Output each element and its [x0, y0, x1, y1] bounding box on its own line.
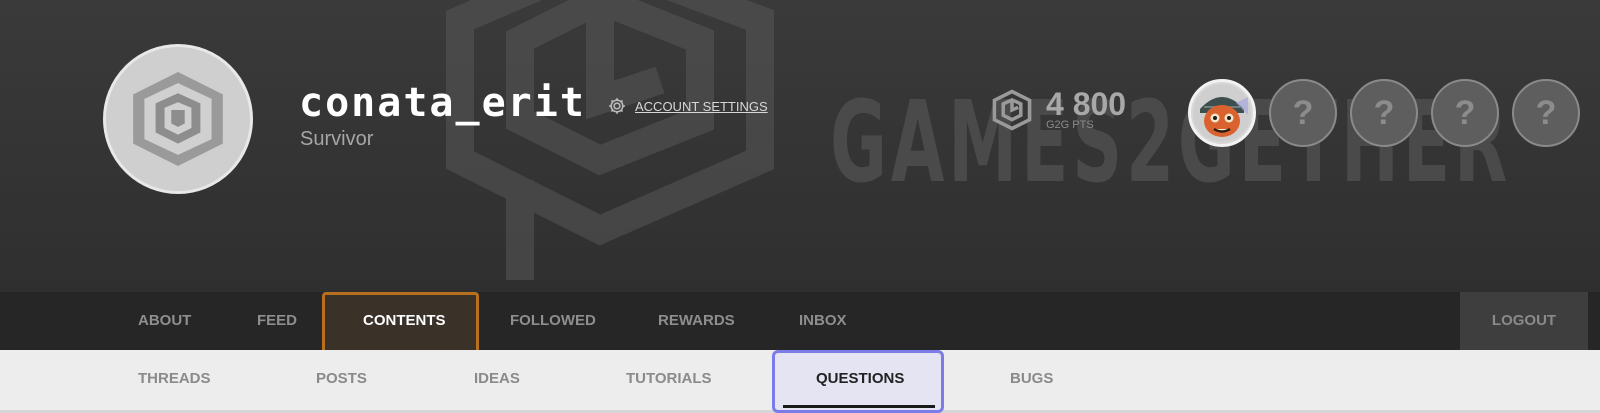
account-settings-link[interactable]: ACCOUNT SETTINGS [607, 96, 768, 116]
avatar-character-icon [1193, 84, 1251, 142]
g2g-watermark-logo-icon [446, 0, 774, 280]
gear-icon [609, 98, 625, 114]
tab-rewards[interactable]: REWARDS [658, 292, 735, 350]
subtab-questions[interactable]: QUESTIONS [816, 350, 904, 408]
points-display: 4 800 G2G PTS [990, 88, 1126, 132]
subtab-tutorials[interactable]: TUTORIALS [626, 350, 712, 408]
username: conata_erit [299, 80, 586, 126]
tab-feed[interactable]: FEED [257, 292, 297, 350]
locked-badge-3[interactable]: ? [1431, 79, 1499, 147]
subtab-bugs[interactable]: BUGS [1010, 350, 1053, 408]
profile-avatar[interactable] [103, 44, 253, 194]
main-nav: ABOUT FEED CONTENTS FOLLOWED REWARDS INB… [0, 292, 1600, 355]
subtab-threads[interactable]: THREADS [138, 350, 211, 408]
tab-about[interactable]: ABOUT [138, 292, 191, 350]
logout-button[interactable]: LOGOUT [1460, 292, 1588, 350]
badge-row: ? ? ? ? [1188, 79, 1580, 147]
user-rank: Survivor [300, 128, 374, 150]
subtab-ideas[interactable]: IDEAS [474, 350, 520, 408]
tab-contents[interactable]: CONTENTS [363, 292, 446, 350]
tab-inbox[interactable]: INBOX [799, 292, 847, 350]
subtab-posts[interactable]: POSTS [316, 350, 367, 408]
g2g-logo-icon [133, 71, 223, 167]
locked-badge-4[interactable]: ? [1512, 79, 1580, 147]
points-text: 4 800 G2G PTS [1046, 86, 1127, 131]
locked-badge-2[interactable]: ? [1350, 79, 1418, 147]
locked-badge-1[interactable]: ? [1269, 79, 1337, 147]
sub-nav: THREADS POSTS IDEAS TUTORIALS QUESTIONS … [0, 350, 1600, 413]
badge-avatar-character[interactable] [1188, 79, 1256, 147]
account-settings-label: ACCOUNT SETTINGS [635, 98, 768, 114]
points-value: 4 800 [1046, 86, 1127, 122]
g2g-points-icon [992, 89, 1032, 131]
tab-followed[interactable]: FOLLOWED [510, 292, 596, 350]
profile-header: GAMES2GETHER conata_erit Survivor ACCOUN… [0, 0, 1600, 292]
